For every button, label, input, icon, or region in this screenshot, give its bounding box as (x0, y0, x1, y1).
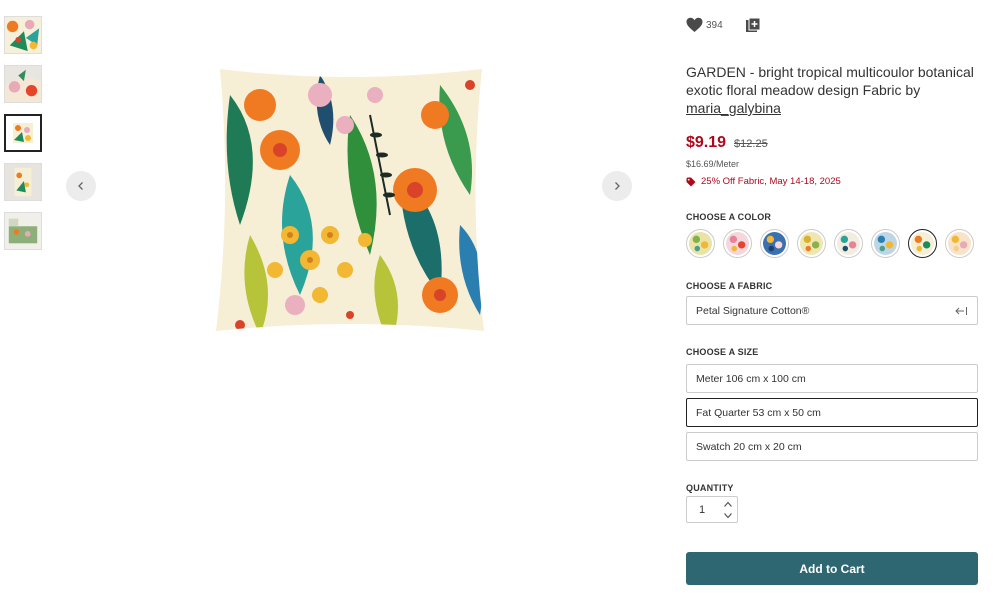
color-swatch-6[interactable] (871, 229, 900, 258)
sale-price: $9.19 (686, 134, 727, 151)
chevron-down-icon (724, 512, 732, 518)
quantity-increment-button[interactable] (723, 500, 733, 509)
price-row: $9.19 $12.25 (686, 134, 978, 152)
color-swatch-4[interactable] (797, 229, 826, 258)
color-swatch-2[interactable] (723, 229, 752, 258)
thumbnail-4[interactable] (4, 163, 42, 201)
product-title: GARDEN - bright tropical multicoulor bot… (686, 63, 978, 117)
fabric-selected-value: Petal Signature Cotton® (696, 304, 810, 317)
color-swatch-1[interactable] (686, 229, 715, 258)
thumbnail-2[interactable] (4, 65, 42, 103)
designer-link[interactable]: maria_galybina (686, 100, 781, 116)
chevron-up-icon (724, 501, 732, 507)
color-swatch-3[interactable] (760, 229, 789, 258)
heart-icon[interactable] (686, 17, 703, 33)
quantity-arrows (723, 500, 733, 520)
size-option-meter[interactable]: Meter 106 cm x 100 cm (686, 364, 978, 393)
arrow-left-bar-icon (955, 306, 967, 315)
size-option-swatch[interactable]: Swatch 20 cm x 20 cm (686, 432, 978, 461)
size-options: Meter 106 cm x 100 cm Fat Quarter 53 cm … (686, 364, 978, 461)
quantity-decrement-button[interactable] (723, 511, 733, 520)
choose-fabric-label: CHOOSE A FABRIC (686, 281, 773, 291)
pillow-image (216, 69, 484, 331)
thumbnail-3[interactable] (4, 114, 42, 152)
choose-color-label: CHOOSE A COLOR (686, 212, 772, 222)
product-details-panel: 394 GARDEN - bright tropical multicoulor… (686, 14, 978, 523)
original-price: $12.25 (734, 138, 768, 150)
choose-size-label: CHOOSE A SIZE (686, 347, 759, 357)
previous-image-button[interactable] (66, 171, 96, 201)
chevron-left-icon (78, 182, 83, 190)
color-swatches (686, 229, 978, 258)
add-to-cart-button[interactable]: Add to Cart (686, 552, 978, 585)
favorite-row: 394 (686, 14, 978, 36)
sale-banner: 25% Off Fabric, May 14-18, 2025 (686, 176, 978, 187)
color-swatch-5[interactable] (834, 229, 863, 258)
favorite-count: 394 (706, 19, 723, 31)
quantity-label: QUANTITY (686, 483, 734, 493)
chevron-right-icon (615, 182, 620, 190)
add-to-collection-icon[interactable] (745, 17, 761, 33)
size-option-fat-quarter[interactable]: Fat Quarter 53 cm x 50 cm (686, 398, 978, 427)
thumbnail-5[interactable] (4, 212, 42, 250)
sale-text: 25% Off Fabric, May 14-18, 2025 (701, 176, 841, 187)
price-per-meter: $16.69/Meter (686, 159, 740, 169)
tag-icon (686, 177, 696, 186)
color-swatch-8[interactable] (945, 229, 974, 258)
thumbnail-1[interactable] (4, 16, 42, 54)
quantity-stepper[interactable]: 1 (686, 496, 738, 523)
fabric-select[interactable]: Petal Signature Cotton® (686, 296, 978, 325)
quantity-value[interactable]: 1 (699, 504, 705, 516)
next-image-button[interactable] (602, 171, 632, 201)
main-product-image (200, 55, 500, 345)
product-title-text: GARDEN - bright tropical multicoulor bot… (686, 64, 974, 98)
thumbnail-list (4, 16, 44, 261)
color-swatch-7[interactable] (908, 229, 937, 258)
